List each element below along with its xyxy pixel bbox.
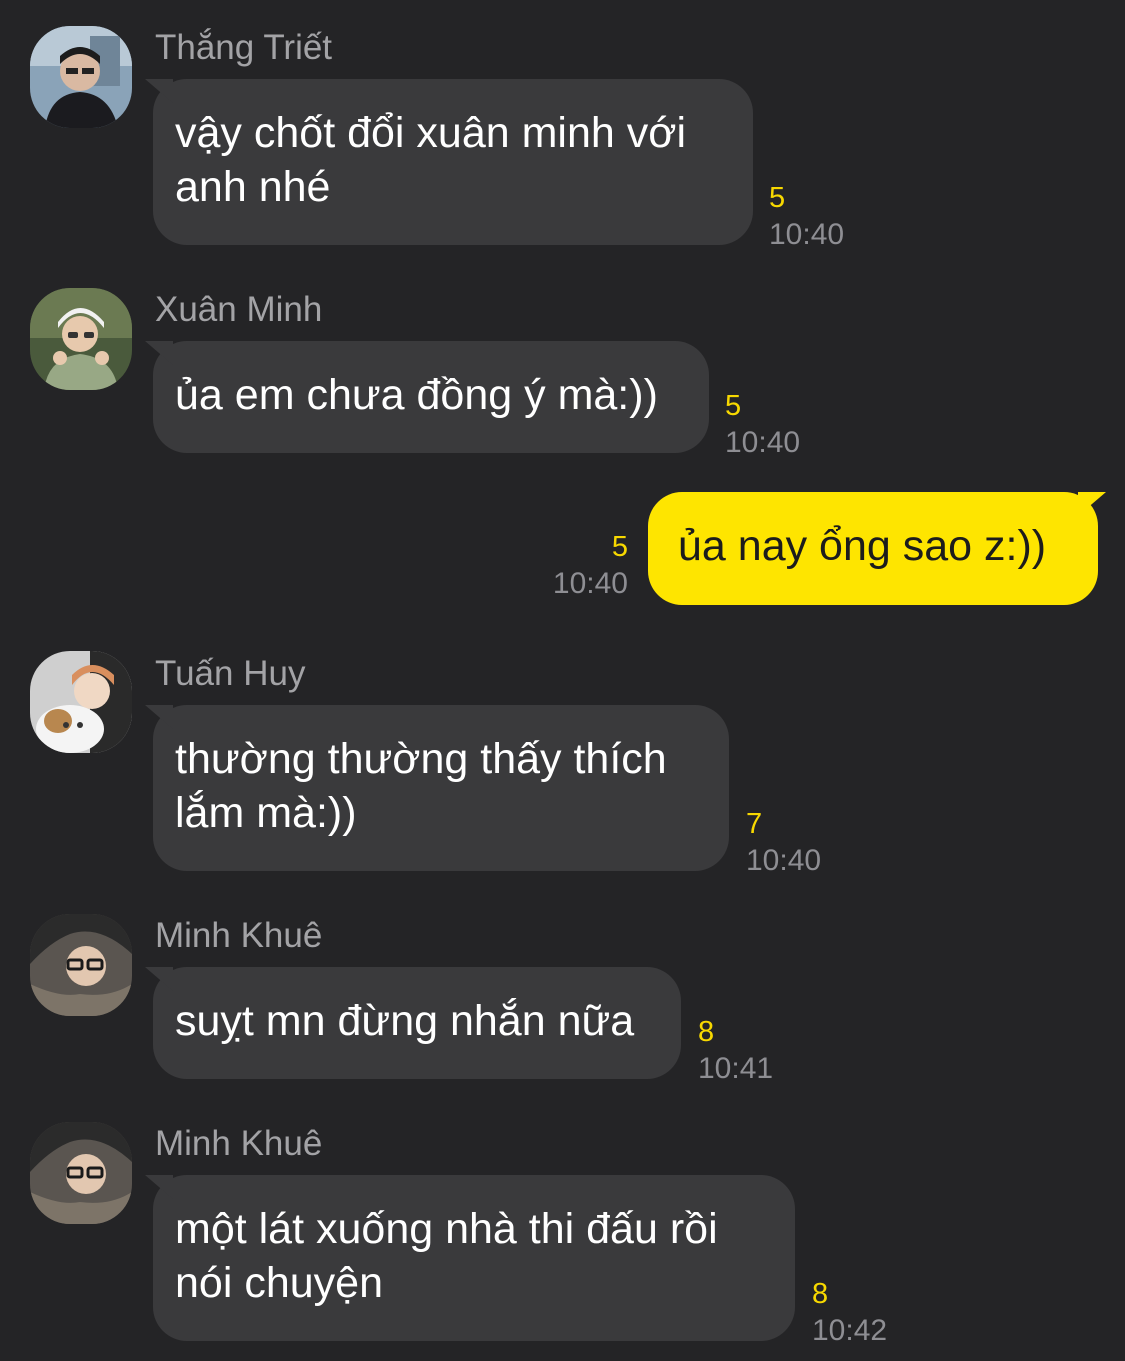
sender-name: Thắng Triết [155,28,333,67]
sender-name: Minh Khuê [155,916,323,955]
unread-count: 8 [812,1278,829,1310]
message-meta: 5 10:40 [540,533,628,599]
message-text-line: một lát xuống nhà thi đấu rồi [175,1205,718,1253]
message-text-line: anh nhé [175,163,331,211]
avatar[interactable] [30,26,132,128]
message-bubble[interactable]: suỵt mn đừng nhắn nữa [153,967,681,1079]
avatar-photo-icon [30,288,132,390]
message-bubble[interactable]: thường thường thấy thích lắm mà:)) [153,705,729,871]
avatar-photo-icon [30,26,132,128]
message-bubble[interactable]: ủa em chưa đồng ý mà:)) [153,341,709,453]
message-time: 10:40 [746,844,822,877]
sender-name: Tuấn Huy [155,654,306,693]
unread-count: 8 [698,1016,715,1048]
sender-name: Minh Khuê [155,1124,323,1163]
avatar-photo-icon [30,651,132,753]
message-meta: 5 10:40 [769,184,844,250]
message-text-line: vậy chốt đổi xuân minh với [175,109,687,157]
avatar[interactable] [30,288,132,390]
unread-count: 5 [611,531,628,563]
sender-name: Xuân Minh [155,290,323,329]
unread-count: 5 [725,390,742,422]
message-time: 10:40 [552,567,628,600]
message-text-line: nói chuyện [175,1259,383,1307]
avatar[interactable] [30,651,132,753]
message-meta: 7 10:40 [746,810,821,876]
message-time: 10:41 [698,1052,774,1085]
chat-screen: Thắng Triết vậy chốt đổi xuân minh với a… [0,0,1125,1361]
message-bubble[interactable]: một lát xuống nhà thi đấu rồi nói chuyện [153,1175,795,1341]
message-meta: 8 10:42 [812,1280,887,1346]
avatar[interactable] [30,1122,132,1224]
message-text-line: suỵt mn đừng nhắn nữa [175,997,635,1045]
message-meta: 8 10:41 [698,1018,773,1084]
message-time: 10:42 [812,1314,888,1347]
avatar[interactable] [30,914,132,1016]
my-message-bubble[interactable]: ủa nay ổng sao z:)) [648,492,1098,605]
unread-count: 7 [746,808,763,840]
message-text-line: ủa em chưa đồng ý mà:)) [175,371,658,419]
unread-count: 5 [769,182,786,214]
message-meta: 5 10:40 [725,392,800,458]
message-text-line: lắm mà:)) [175,789,357,837]
message-text-line: ủa nay ổng sao z:)) [678,522,1047,570]
message-text-line: thường thường thấy thích [175,735,667,783]
avatar-photo-icon [30,1122,132,1224]
message-time: 10:40 [769,218,845,251]
avatar-photo-icon [30,914,132,1016]
message-bubble[interactable]: vậy chốt đổi xuân minh với anh nhé [153,79,753,245]
message-time: 10:40 [725,426,801,459]
